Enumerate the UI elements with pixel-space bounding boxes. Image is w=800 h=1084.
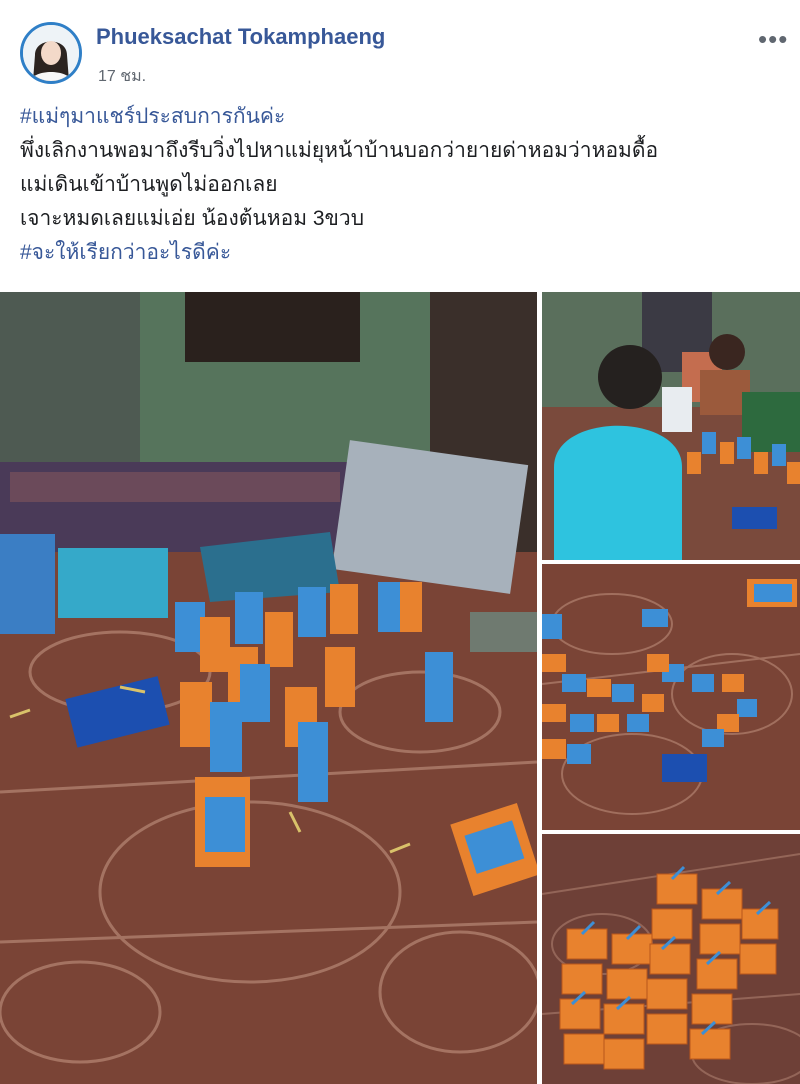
post-timestamp[interactable]: 17 ชม.: [98, 64, 146, 89]
post-text: #แม่ๆมาแชร์ประสบการกันค่ะ พึ่งเลิกงานพอม…: [20, 100, 790, 270]
photo-milk-boxes-floor[interactable]: [0, 292, 537, 1084]
photo-boxes-stacked[interactable]: [542, 834, 800, 1084]
photo-boxes-scattered[interactable]: [542, 564, 800, 830]
post-text-line: แม่เดินเข้าบ้านพูดไม่ออกเลย: [20, 173, 278, 196]
post-header: Phueksachat Tokamphaeng 17 ชม. •••: [0, 0, 800, 92]
more-horizontal-icon[interactable]: •••: [758, 24, 788, 55]
post-text-line: พึ่งเลิกงานพอมาถึงรีบวิ่งไปหาแม่ยุหน้าบ้…: [20, 139, 659, 162]
photo-grid: [0, 292, 800, 1084]
photo-child-with-boxes[interactable]: [542, 292, 800, 560]
hashtag-share[interactable]: #แม่ๆมาแชร์ประสบการกันค่ะ: [20, 100, 790, 134]
hashtag-question[interactable]: #จะให้เรียกว่าอะไรดีค่ะ: [20, 236, 790, 270]
post-text-line: เจาะหมดเลยแม่เอ่ย น้องต้นหอม 3ขวบ: [20, 207, 365, 230]
author-avatar[interactable]: [20, 22, 82, 84]
author-name[interactable]: Phueksachat Tokamphaeng: [96, 24, 385, 50]
